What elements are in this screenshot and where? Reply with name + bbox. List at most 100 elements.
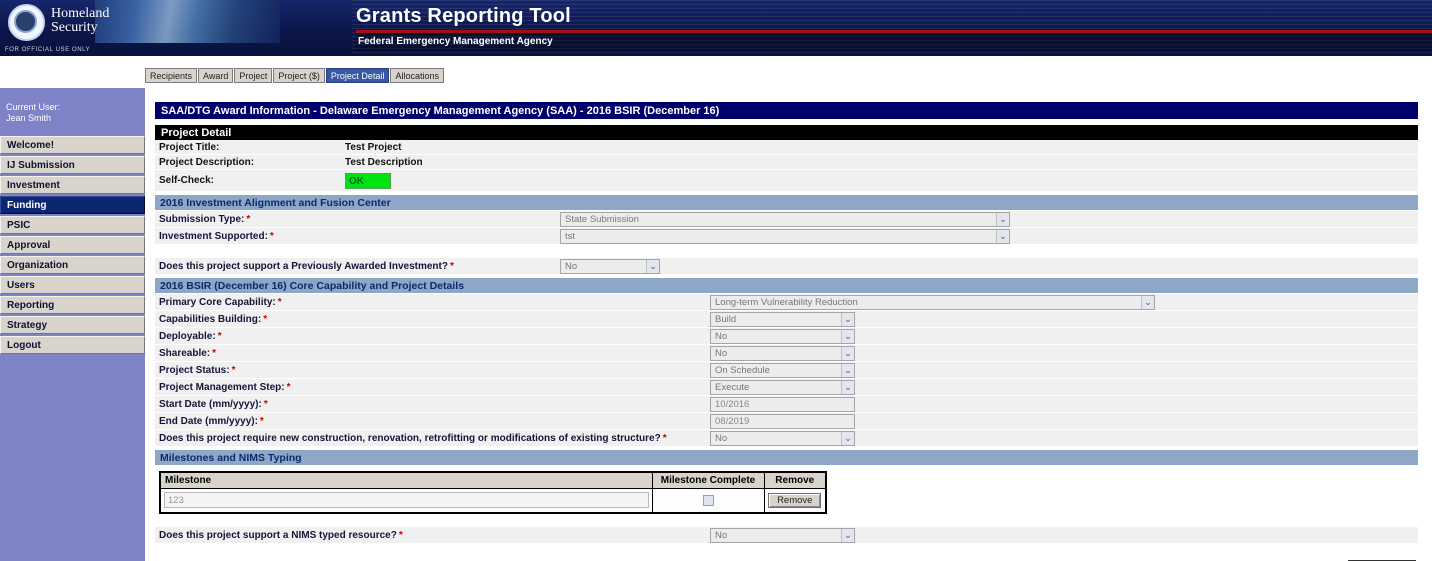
shareable-label: Shareable:*: [159, 345, 216, 362]
sidebar-item-investment[interactable]: Investment: [0, 176, 145, 194]
required-marker: *: [270, 231, 274, 242]
tab-award[interactable]: Award: [198, 68, 233, 83]
milestone-column-header: Milestone: [160, 472, 652, 489]
investment-supported-select[interactable]: tst⌄: [560, 229, 1010, 244]
previously-awarded-row: Does this project support a Previously A…: [155, 258, 1418, 275]
self-check-label: Self-Check:: [159, 170, 214, 192]
required-marker: *: [278, 297, 282, 308]
start-date-label: Start Date (mm/yyyy):*: [159, 396, 268, 413]
award-information-title: SAA/DTG Award Information - Delaware Eme…: [155, 102, 1418, 119]
start-date-input[interactable]: [710, 397, 855, 412]
sidebar-item-reporting[interactable]: Reporting: [0, 296, 145, 314]
main-content: SAA/DTG Award Information - Delaware Eme…: [145, 88, 1432, 561]
current-user-label: Current User:: [6, 102, 139, 113]
previously-awarded-select[interactable]: No⌄: [560, 259, 660, 274]
core-capability-section-header: 2016 BSIR (December 16) Core Capability …: [155, 278, 1418, 294]
milestone-input[interactable]: [164, 492, 649, 508]
tab-project-detail[interactable]: Project Detail: [326, 68, 390, 83]
deployable-row: Deployable:* No⌄: [155, 328, 1418, 345]
chevron-down-icon: ⌄: [996, 230, 1009, 243]
dhs-seal-icon: [8, 4, 45, 41]
dhs-wordmark-line1: Homeland: [51, 7, 109, 21]
sidebar-item-funding[interactable]: Funding: [0, 196, 145, 214]
milestone-complete-column-header: Milestone Complete: [652, 472, 764, 489]
new-construction-select[interactable]: No⌄: [710, 431, 855, 446]
project-status-label: Project Status:*: [159, 362, 235, 379]
required-marker: *: [663, 433, 667, 444]
submission-type-select[interactable]: State Submission⌄: [560, 212, 1010, 227]
primary-core-capability-row: Primary Core Capability:* Long-term Vuln…: [155, 294, 1418, 311]
sidebar-item-organization[interactable]: Organization: [0, 256, 145, 274]
shareable-select[interactable]: No⌄: [710, 346, 855, 361]
nims-resource-label: Does this project support a NIMS typed r…: [159, 527, 403, 544]
sidebar-item-strategy[interactable]: Strategy: [0, 316, 145, 334]
investment-section-header: 2016 Investment Alignment and Fusion Cen…: [155, 195, 1418, 211]
new-construction-row: Does this project require new constructi…: [155, 430, 1418, 447]
project-detail-header: Project Detail: [155, 125, 1418, 140]
milestone-row: Remove: [160, 489, 826, 513]
end-date-row: End Date (mm/yyyy):*: [155, 413, 1418, 430]
project-management-step-row: Project Management Step:* Execute⌄: [155, 379, 1418, 396]
app-title: Grants Reporting Tool: [356, 5, 1432, 28]
deployable-select[interactable]: No⌄: [710, 329, 855, 344]
sidebar-item-users[interactable]: Users: [0, 276, 145, 294]
header-artwork: [95, 0, 280, 43]
dhs-seal-inner: [14, 10, 37, 33]
shareable-row: Shareable:* No⌄: [155, 345, 1418, 362]
current-user-name: Jean Smith: [6, 113, 139, 124]
project-description-row: Project Description: Test Description: [155, 155, 1418, 170]
chevron-down-icon: ⌄: [996, 213, 1009, 226]
required-marker: *: [450, 261, 454, 272]
tab-project[interactable]: Project: [234, 68, 272, 83]
tab-allocations[interactable]: Allocations: [390, 68, 444, 83]
required-marker: *: [399, 530, 403, 541]
end-date-label: End Date (mm/yyyy):*: [159, 413, 264, 430]
dhs-wordmark-line2: Security: [51, 21, 109, 35]
required-marker: *: [264, 399, 268, 410]
primary-core-capability-label: Primary Core Capability:*: [159, 294, 282, 311]
capabilities-building-label: Capabilities Building:*: [159, 311, 267, 328]
chevron-down-icon: ⌄: [841, 347, 854, 360]
capabilities-building-row: Capabilities Building:* Build⌄: [155, 311, 1418, 328]
module-tabbar: RecipientsAwardProjectProject ($)Project…: [145, 68, 1432, 84]
required-marker: *: [246, 214, 250, 225]
milestone-remove-button[interactable]: Remove: [768, 493, 821, 508]
submission-type-row: Submission Type:* State Submission⌄: [155, 211, 1418, 228]
milestone-complete-cell: [652, 489, 764, 513]
capabilities-building-select[interactable]: Build⌄: [710, 312, 855, 327]
investment-supported-label: Investment Supported:*: [159, 228, 274, 245]
app-header: Homeland Security FOR OFFICIAL USE ONLY …: [0, 0, 1432, 56]
tab-recipients[interactable]: Recipients: [145, 68, 197, 83]
chevron-down-icon: ⌄: [1141, 296, 1154, 309]
sidebar-nav: Current User: Jean Smith Welcome! IJ Sub…: [0, 88, 145, 561]
sidebar-item-approval[interactable]: Approval: [0, 236, 145, 254]
milestones-table-header-row: Milestone Milestone Complete Remove: [160, 472, 826, 489]
project-management-step-select[interactable]: Execute⌄: [710, 380, 855, 395]
remove-column-header: Remove: [764, 472, 826, 489]
milestone-cell: [160, 489, 652, 513]
project-status-select[interactable]: On Schedule⌄: [710, 363, 855, 378]
sidebar-item-psic[interactable]: PSIC: [0, 216, 145, 234]
chevron-down-icon: ⌄: [646, 260, 659, 273]
required-marker: *: [287, 382, 291, 393]
required-marker: *: [260, 416, 264, 427]
project-description-value: Test Description: [345, 155, 423, 170]
required-marker: *: [218, 331, 222, 342]
primary-core-capability-select[interactable]: Long-term Vulnerability Reduction⌄: [710, 295, 1155, 310]
app-title-block: Grants Reporting Tool Federal Emergency …: [356, 5, 1432, 51]
sidebar-item-logout[interactable]: Logout: [0, 336, 145, 354]
self-check-row: Self-Check: OK: [155, 170, 1418, 192]
required-marker: *: [263, 314, 267, 325]
end-date-input[interactable]: [710, 414, 855, 429]
grants-reporting-tool-page: Homeland Security FOR OFFICIAL USE ONLY …: [0, 0, 1432, 561]
sidebar-item-welcome[interactable]: Welcome!: [0, 136, 145, 154]
self-check-status-badge: OK: [345, 173, 391, 189]
app-subtitle: Federal Emergency Management Agency: [356, 33, 1432, 51]
required-marker: *: [232, 365, 236, 376]
milestone-complete-checkbox[interactable]: [703, 495, 714, 506]
sidebar-item-ij-submission[interactable]: IJ Submission: [0, 156, 145, 174]
current-user-block: Current User: Jean Smith: [0, 98, 145, 136]
chevron-down-icon: ⌄: [841, 313, 854, 326]
nims-resource-select[interactable]: No⌄: [710, 528, 855, 543]
tab-project-dollars[interactable]: Project ($): [273, 68, 325, 83]
